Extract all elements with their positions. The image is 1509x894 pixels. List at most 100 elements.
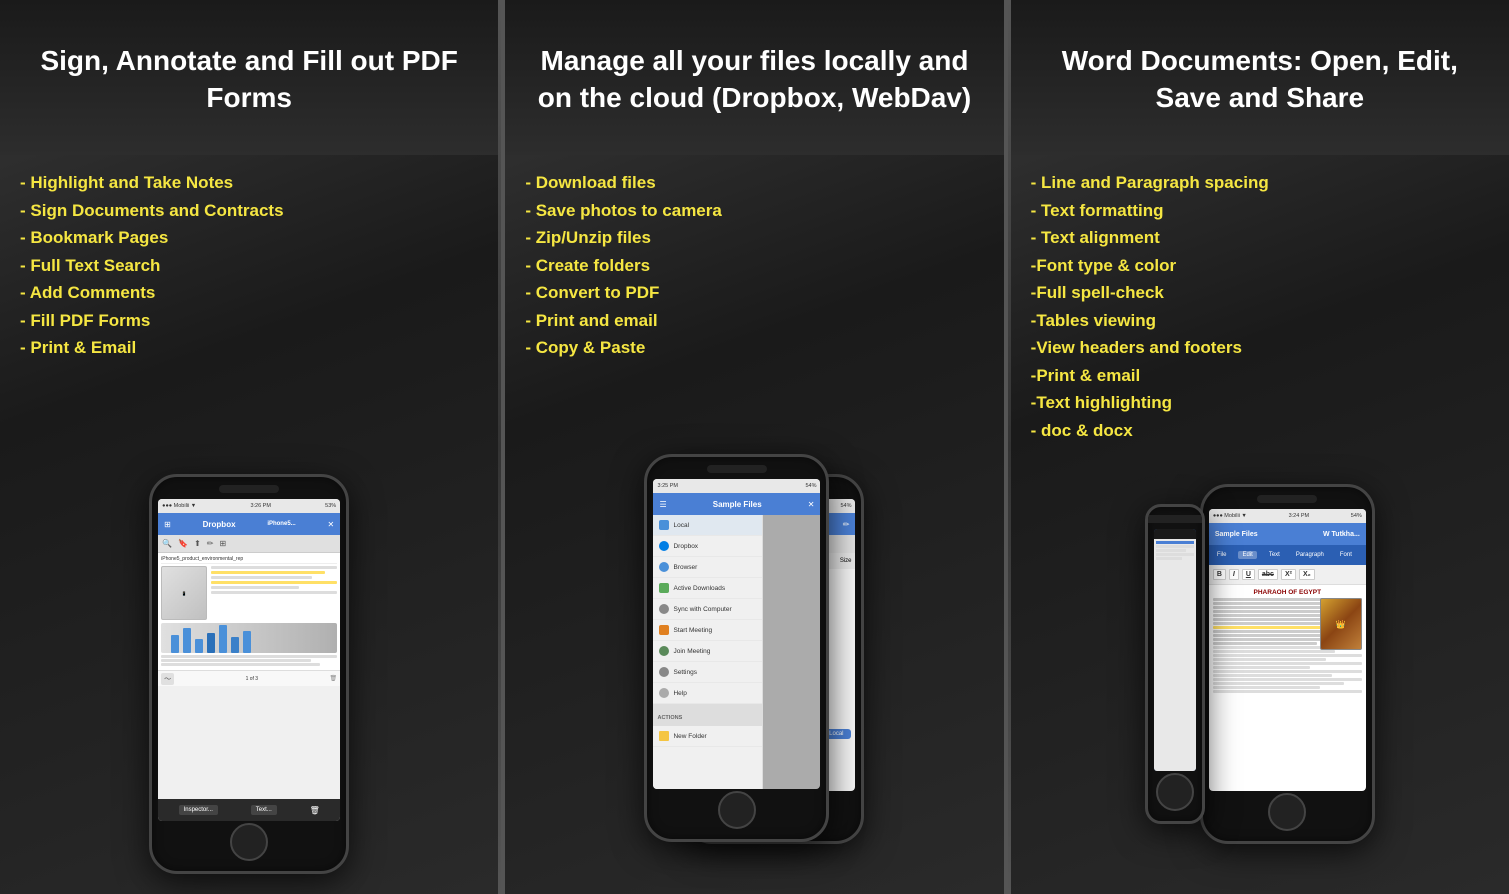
feature-item: - doc & docx (1031, 417, 1489, 445)
underline-btn[interactable]: U (1242, 569, 1255, 580)
superscript-btn[interactable]: X² (1281, 569, 1296, 580)
front-phone-content (1154, 529, 1196, 771)
highlight-line (211, 581, 337, 584)
sidebar-item-new-folder[interactable]: New Folder (653, 726, 762, 747)
edit-tab[interactable]: Edit (1238, 551, 1256, 559)
panel-left-header: Sign, Annotate and Fill out PDF Forms (0, 0, 498, 155)
grid-icon[interactable]: ⊞ (220, 539, 227, 548)
feature-item: - Bookmark Pages (20, 224, 478, 252)
nav-bar: ⊞ Dropbox iPhone5... ✕ (158, 513, 340, 535)
feature-item: - Text alignment (1031, 224, 1489, 252)
sidebar-label-new-folder: New Folder (673, 733, 706, 740)
sidebar-item-sync[interactable]: Sync with Computer (653, 599, 762, 620)
feature-item: - Fill PDF Forms (20, 307, 478, 335)
actions-label: ACTIONS (657, 715, 682, 721)
doc-heading: PHARAOH OF EGYPT (1213, 589, 1362, 596)
time-text: 3:26 PM (250, 503, 270, 509)
close-icon[interactable]: ✕ (327, 520, 334, 529)
delete-icon[interactable]: 🗑 (330, 675, 338, 682)
text-line (161, 659, 311, 662)
carrier-right: ●●● Mobilii ▼ (1213, 513, 1247, 519)
battery-text: 53% (325, 503, 336, 509)
doc-area: iPhone5_product_environmental_rep 📱 (158, 553, 340, 670)
feature-item: - Highlight and Take Notes (20, 169, 478, 197)
bar-chart-item (207, 633, 215, 653)
phone-mockup-left: ●●● Mobilii ▼ 3:26 PM 53% ⊞ Dropbox iPho… (149, 474, 349, 874)
para-tab[interactable]: Paragraph (1292, 551, 1328, 559)
text-line (1213, 670, 1362, 673)
curve-tool[interactable]: 〜 (161, 673, 174, 685)
sidebar-item-dropbox[interactable]: Dropbox (653, 536, 762, 557)
doc-extra-lines (161, 655, 337, 666)
trash-icon[interactable]: 🗑 (310, 806, 320, 815)
sidebar-item-help[interactable]: Help (653, 683, 762, 704)
sidebar-label-join-meeting: Join Meeting (673, 648, 710, 655)
sidebar-item-downloads[interactable]: Active Downloads (653, 578, 762, 599)
panel-left: Sign, Annotate and Fill out PDF Forms - … (0, 0, 498, 894)
close-icon-front[interactable]: ✕ (808, 500, 815, 509)
feature-item: -Text highlighting (1031, 389, 1489, 417)
sidebar-item-join-meeting[interactable]: Join Meeting (653, 641, 762, 662)
text-line (161, 655, 337, 658)
font-tab[interactable]: Font (1336, 551, 1356, 559)
sidebar-label-local: Local (673, 522, 689, 529)
panel-right: Word Documents: Open, Edit, Save and Sha… (1011, 0, 1509, 894)
sidebar-label-start-meeting: Start Meeting (673, 627, 712, 634)
text-btn[interactable]: Text... (251, 805, 277, 815)
text-tab[interactable]: Text (1265, 551, 1284, 559)
battery-right: 54% (1351, 513, 1362, 519)
sidebar-label-settings: Settings (673, 669, 697, 676)
text-line (1213, 682, 1344, 685)
file-tab[interactable]: File (1213, 551, 1231, 559)
back-icon: ⊞ (164, 520, 171, 529)
feature-item: - Text formatting (1031, 197, 1489, 225)
sidebar-label-dropbox: Dropbox (673, 543, 698, 550)
panel-middle-header: Manage all your files locally and on the… (505, 0, 1003, 155)
italic-btn[interactable]: I (1229, 569, 1239, 580)
sidebar-item-local[interactable]: Local (653, 515, 762, 536)
front-line (1156, 557, 1183, 560)
feature-item: -Full spell-check (1031, 279, 1489, 307)
feature-item: - Save photos to camera (525, 197, 983, 225)
feature-item: - Print and email (525, 307, 983, 335)
text-line (1213, 666, 1310, 669)
bar-chart-item (171, 635, 179, 653)
strikethrough-btn[interactable]: abc (1258, 569, 1278, 580)
sidebar-label-browser: Browser (673, 564, 697, 571)
sidebar-item-start-meeting[interactable]: Start Meeting (653, 620, 762, 641)
doc-content-area: 📱 (161, 566, 337, 620)
edit-icon[interactable]: ✏ (207, 539, 214, 548)
feature-item: - Zip/Unzip files (525, 224, 983, 252)
bottom-toolbar: Inspector... Text... 🗑 (158, 799, 340, 821)
nav-bar-right-back: Sample Files W Tutkha... (1209, 523, 1366, 545)
phone-screen-right-front (1154, 529, 1196, 771)
menu-icon[interactable]: ☰ (659, 500, 666, 509)
word-toolbar: File Edit Text Paragraph Font (1209, 545, 1366, 565)
bar-chart-item (231, 637, 239, 653)
sidebar-item-browser[interactable]: Browser (653, 557, 762, 578)
size-col-header: Size (840, 558, 852, 564)
settings-icon (659, 667, 669, 677)
doc-filename: iPhone5_product_environmental_rep (161, 556, 337, 564)
text-line (211, 566, 337, 569)
subscript-btn[interactable]: X₂ (1299, 569, 1315, 580)
page-counter: 1 of 3 (176, 676, 327, 682)
share-icon[interactable]: ⬆ (194, 539, 201, 548)
bar-chart-item (195, 639, 203, 653)
bold-btn[interactable]: B (1213, 569, 1226, 580)
search-icon[interactable]: 🔍 (162, 539, 172, 548)
phone-screen-left: ●●● Mobilii ▼ 3:26 PM 53% ⊞ Dropbox iPho… (158, 499, 340, 821)
text-line (1213, 650, 1335, 653)
feature-item: - Create folders (525, 252, 983, 280)
edit-icon[interactable]: ✏ (843, 520, 850, 529)
bookmark-icon[interactable]: 🔖 (178, 539, 188, 548)
sidebar-label-downloads: Active Downloads (673, 585, 725, 592)
browser-icon (659, 562, 669, 572)
panel-middle-title: Manage all your files locally and on the… (525, 43, 983, 116)
sidebar-item-settings[interactable]: Settings (653, 662, 762, 683)
start-meeting-icon (659, 625, 669, 635)
overlay[interactable] (763, 515, 820, 789)
time-right: 3:24 PM (1289, 513, 1309, 519)
inspector-btn[interactable]: Inspector... (179, 805, 218, 815)
toolbar-bar: 🔍 🔖 ⬆ ✏ ⊞ (158, 535, 340, 553)
